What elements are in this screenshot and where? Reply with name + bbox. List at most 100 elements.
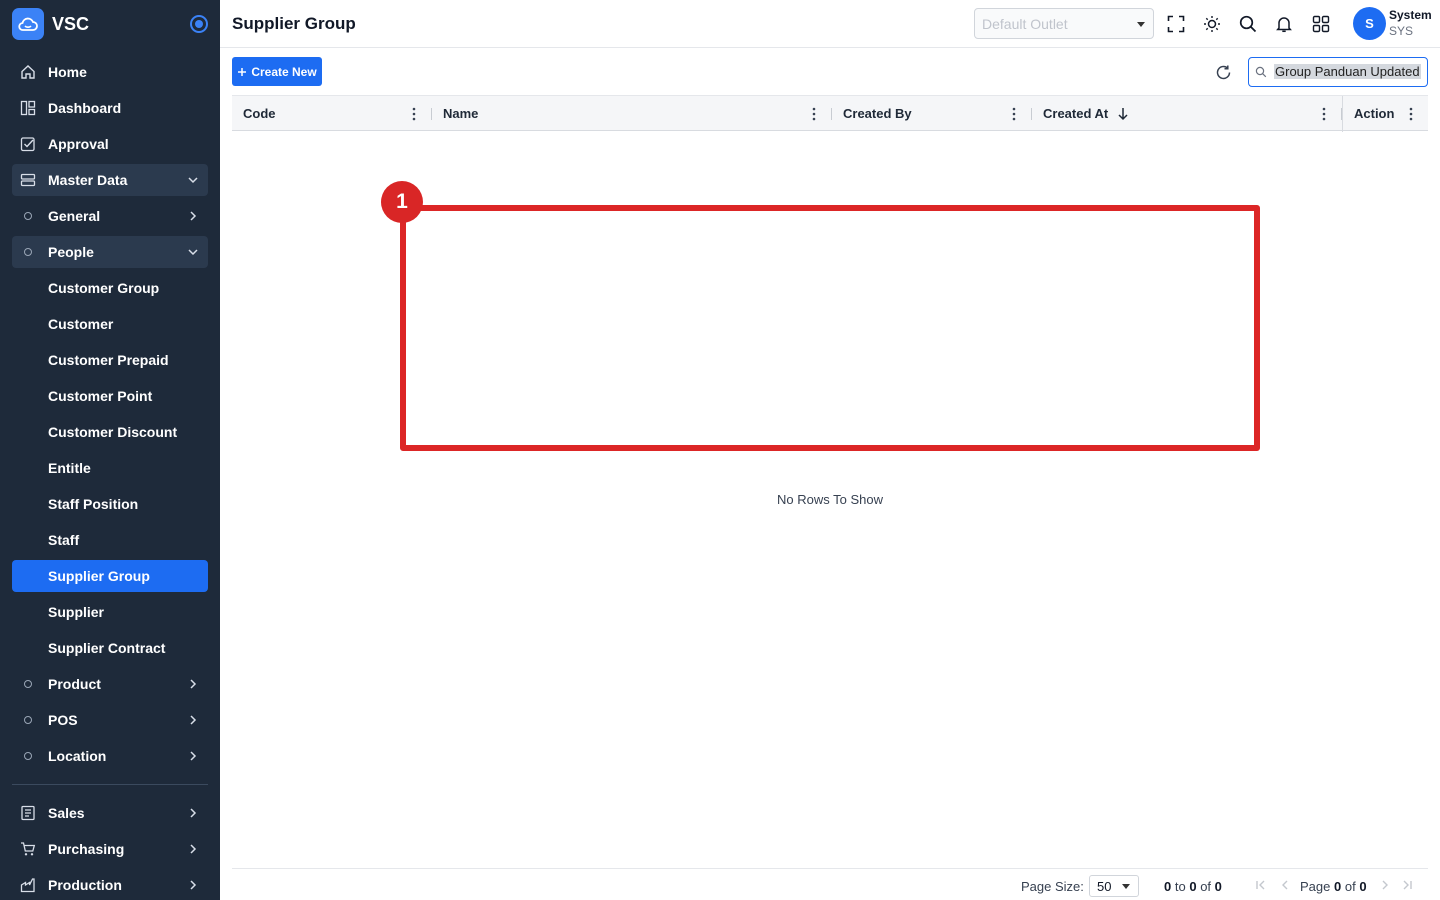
column-header-created-by[interactable]: Created By	[832, 96, 1032, 132]
chevron-right-icon	[190, 751, 197, 761]
caret-down-icon	[1122, 884, 1130, 889]
column-header-action[interactable]: Action	[1342, 96, 1428, 132]
search-icon[interactable]	[1237, 13, 1259, 35]
sidebar-item-label: Supplier	[48, 604, 105, 620]
search-icon	[1255, 66, 1267, 78]
annotation-badge: 1	[381, 181, 423, 223]
sidebar-item-product[interactable]: Product	[12, 668, 208, 700]
sidebar-item-approval[interactable]: Approval	[12, 128, 208, 160]
sidebar-item-location[interactable]: Location	[12, 740, 208, 772]
sidebar-item-label: Supplier Group	[48, 568, 150, 584]
chevron-right-icon	[190, 880, 197, 890]
row-range-summary: 0 to 0 of 0	[1164, 879, 1222, 894]
sidebar-item-label: Master Data	[48, 172, 128, 188]
column-menu-icon[interactable]	[812, 107, 816, 121]
bell-icon[interactable]	[1273, 13, 1295, 35]
column-header-label: Created At	[1043, 106, 1109, 121]
sidebar-item-customer[interactable]: Customer	[12, 308, 208, 340]
pagination-bar: Page Size: 50 0 to 0 of 0 Page 0 of 0	[232, 868, 1428, 900]
database-icon	[19, 171, 37, 189]
sort-descending-icon[interactable]	[1117, 107, 1129, 121]
sidebar-item-sales[interactable]: Sales	[12, 797, 208, 829]
avatar[interactable]: S	[1353, 7, 1386, 40]
circle-icon	[19, 243, 37, 261]
range-from: 0	[1164, 879, 1172, 894]
cart-icon	[19, 840, 37, 858]
brand[interactable]: VSC	[12, 8, 89, 40]
sidebar-item-pos[interactable]: POS	[12, 704, 208, 736]
sidebar-item-customer-prepaid[interactable]: Customer Prepaid	[12, 344, 208, 376]
highlight-box	[400, 205, 1260, 451]
circle-icon	[19, 207, 37, 225]
sidebar-item-purchasing[interactable]: Purchasing	[12, 833, 208, 865]
chevron-right-icon	[190, 808, 197, 818]
sidebar-item-customer-discount[interactable]: Customer Discount	[12, 416, 208, 448]
sidebar-item-label: Purchasing	[48, 841, 125, 857]
sidebar-item-supplier-contract[interactable]: Supplier Contract	[12, 632, 208, 664]
sidebar-item-general[interactable]: General	[12, 200, 208, 232]
sidebar-item-label: Customer Group	[48, 280, 160, 296]
sidebar-item-master-data[interactable]: Master Data	[12, 164, 208, 196]
page-size-label: Page Size:	[1021, 879, 1084, 894]
sidebar: VSC Home Dashboard Approval Master Data …	[0, 0, 220, 900]
brand-name: VSC	[52, 13, 90, 34]
page-of-word: of	[1344, 879, 1356, 894]
sidebar-item-production[interactable]: Production	[12, 869, 208, 900]
home-icon	[19, 63, 37, 81]
sidebar-item-label: General	[48, 208, 101, 224]
page-indicator: Page 0 of 0	[1300, 879, 1367, 894]
user-code: SYS	[1389, 24, 1414, 38]
page-title: Supplier Group	[232, 14, 356, 33]
page-total: 0	[1359, 879, 1367, 894]
sidebar-item-entitle[interactable]: Entitle	[12, 452, 208, 484]
next-page-icon[interactable]	[1378, 878, 1392, 892]
column-menu-icon[interactable]	[412, 107, 416, 121]
create-new-button[interactable]: Create New	[232, 57, 322, 86]
column-header-name[interactable]: Name	[432, 96, 832, 132]
column-menu-icon[interactable]	[1012, 107, 1016, 121]
fullscreen-icon[interactable]	[1165, 13, 1187, 35]
sidebar-item-label: Entitle	[48, 460, 91, 476]
sidebar-item-label: Location	[48, 748, 107, 764]
column-menu-icon[interactable]	[1322, 107, 1326, 121]
sidebar-item-label: Home	[48, 64, 87, 80]
search-input-value: Group Panduan Updated	[1274, 64, 1421, 79]
sidebar-item-label: Customer Discount	[48, 424, 178, 440]
sidebar-item-label: Sales	[48, 805, 85, 821]
sales-icon	[19, 804, 37, 822]
sidebar-toggle-icon[interactable]	[190, 15, 208, 33]
sidebar-item-supplier[interactable]: Supplier	[12, 596, 208, 628]
sidebar-item-home[interactable]: Home	[12, 56, 208, 88]
sidebar-divider	[12, 784, 208, 785]
range-total: 0	[1214, 879, 1222, 894]
column-header-created-at[interactable]: Created At	[1032, 96, 1342, 132]
search-input[interactable]: Group Panduan Updated	[1248, 57, 1428, 87]
chevron-down-icon	[188, 249, 198, 256]
sun-icon[interactable]	[1201, 13, 1223, 35]
sidebar-item-label: Staff Position	[48, 496, 139, 512]
sidebar-item-customer-group[interactable]: Customer Group	[12, 272, 208, 304]
grid-header: Code Name Created By Created At Action	[232, 95, 1428, 132]
page-current: 0	[1334, 879, 1342, 894]
sidebar-item-dashboard[interactable]: Dashboard	[12, 92, 208, 124]
sidebar-item-supplier-group[interactable]: Supplier Group	[12, 560, 208, 592]
sidebar-item-people[interactable]: People	[12, 236, 208, 268]
sidebar-item-staff[interactable]: Staff	[12, 524, 208, 556]
last-page-icon[interactable]	[1400, 878, 1414, 892]
plus-icon	[238, 67, 247, 76]
first-page-icon[interactable]	[1254, 878, 1268, 892]
sidebar-item-customer-point[interactable]: Customer Point	[12, 380, 208, 412]
outlet-select[interactable]: Default Outlet	[974, 8, 1154, 39]
column-header-code[interactable]: Code	[232, 96, 432, 132]
page-size-select[interactable]: 50	[1089, 875, 1139, 897]
previous-page-icon[interactable]	[1278, 878, 1292, 892]
sidebar-item-staff-position[interactable]: Staff Position	[12, 488, 208, 520]
sidebar-item-label: Supplier Contract	[48, 640, 166, 656]
sidebar-item-label: Dashboard	[48, 100, 122, 116]
sidebar-item-label: Customer Prepaid	[48, 352, 169, 368]
sidebar-item-label: People	[48, 244, 94, 260]
refresh-icon[interactable]	[1212, 61, 1234, 83]
column-menu-icon[interactable]	[1409, 107, 1413, 121]
apps-grid-icon[interactable]	[1310, 13, 1332, 35]
range-of-word: of	[1200, 879, 1212, 894]
